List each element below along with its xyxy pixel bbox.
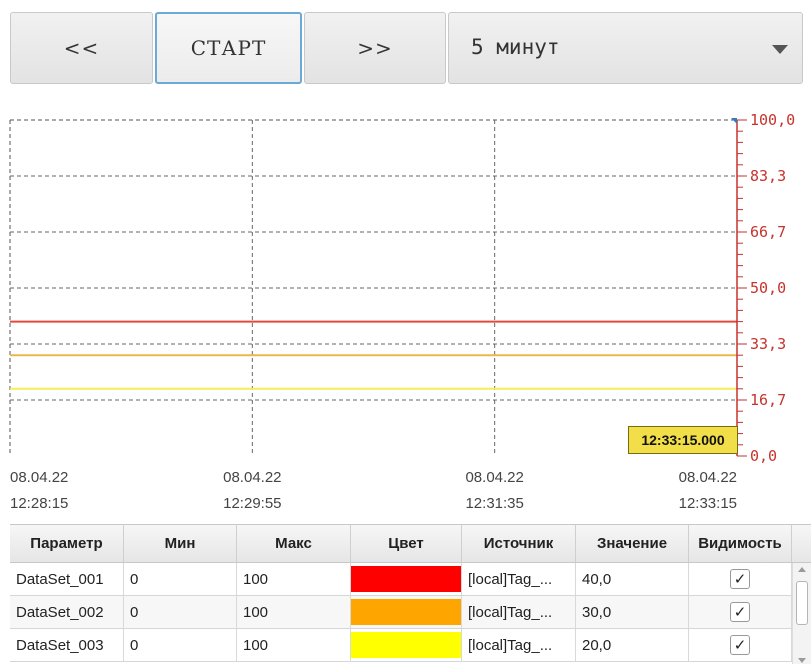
x-tick-time: 12:28:15 — [10, 495, 68, 512]
cell-max: 100 — [237, 629, 351, 661]
cell-param: DataSet_003 — [10, 629, 124, 661]
dataset-table: Параметр Мин Макс Цвет Источник Значение… — [10, 524, 811, 664]
visibility-checkbox[interactable]: ✓ — [730, 569, 750, 589]
table-row[interactable]: DataSet_001 0 100 [local]Tag_... 40,0 ✓ — [10, 563, 811, 596]
x-tick-time: 12:33:15 — [679, 495, 737, 512]
y-tick-label: 16,7 — [750, 391, 786, 409]
column-header-min[interactable]: Мин — [124, 525, 237, 562]
column-header-color[interactable]: Цвет — [351, 525, 462, 562]
chevron-down-icon[interactable] — [772, 45, 788, 54]
period-select-value: 5 минут — [471, 35, 560, 59]
cell-value: 40,0 — [576, 563, 689, 595]
table-row[interactable]: DataSet_003 0 100 [local]Tag_... 20,0 ✓ — [10, 629, 811, 662]
cell-value: 30,0 — [576, 596, 689, 628]
table-header: Параметр Мин Макс Цвет Источник Значение… — [10, 525, 811, 563]
x-tick-time: 12:29:55 — [223, 495, 281, 512]
y-tick-label: 33,3 — [750, 335, 786, 353]
visibility-checkbox[interactable]: ✓ — [730, 635, 750, 655]
y-tick-label: 100,0 — [750, 111, 795, 129]
color-swatch[interactable] — [351, 599, 461, 625]
cell-color[interactable] — [351, 563, 462, 595]
cell-max: 100 — [237, 563, 351, 595]
period-select[interactable]: 5 минут — [448, 12, 803, 84]
y-tick-label: 83,3 — [750, 167, 786, 185]
cell-color[interactable] — [351, 629, 462, 661]
axis-marker-icon — [731, 118, 737, 124]
cell-source: [local]Tag_... — [462, 563, 576, 595]
cursor-time-label: 12:33:15.000 — [628, 426, 738, 454]
cell-visibility: ✓ — [689, 563, 792, 595]
column-header-param[interactable]: Параметр — [10, 525, 124, 562]
cell-visibility: ✓ — [689, 596, 792, 628]
table-body: DataSet_001 0 100 [local]Tag_... 40,0 ✓ … — [10, 563, 811, 662]
y-tick-label: 50,0 — [750, 279, 786, 297]
cell-source: [local]Tag_... — [462, 596, 576, 628]
x-tick-time: 12:31:35 — [465, 495, 523, 512]
color-swatch[interactable] — [351, 632, 461, 658]
scroll-down-icon[interactable] — [798, 658, 806, 663]
x-tick-date: 08.04.22 — [10, 469, 68, 486]
cell-param: DataSet_001 — [10, 563, 124, 595]
scrollbar-thumb[interactable] — [796, 581, 808, 625]
cell-source: [local]Tag_... — [462, 629, 576, 661]
column-header-value[interactable]: Значение — [576, 525, 689, 562]
x-tick-date: 08.04.22 — [223, 469, 281, 486]
cell-min: 0 — [124, 596, 237, 628]
cell-color[interactable] — [351, 596, 462, 628]
x-tick-date: 08.04.22 — [465, 469, 523, 486]
cell-value: 20,0 — [576, 629, 689, 661]
cell-visibility: ✓ — [689, 629, 792, 661]
table-scrollbar[interactable] — [792, 563, 811, 664]
next-period-button[interactable]: >> — [304, 12, 446, 84]
trend-chart[interactable]: 100,0 83,3 66,7 50,0 33,3 16,7 0,0 08.04.22 12:2… — [0, 100, 811, 520]
column-header-max[interactable]: Макс — [237, 525, 351, 562]
cell-param: DataSet_002 — [10, 596, 124, 628]
visibility-checkbox[interactable]: ✓ — [730, 602, 750, 622]
table-row[interactable]: DataSet_002 0 100 [local]Tag_... 30,0 ✓ — [10, 596, 811, 629]
column-header-source[interactable]: Источник — [462, 525, 576, 562]
x-tick-date: 08.04.22 — [679, 469, 737, 486]
column-header-visibility[interactable]: Видимость — [689, 525, 792, 562]
prev-period-button[interactable]: << — [10, 12, 153, 84]
cell-min: 0 — [124, 629, 237, 661]
color-swatch[interactable] — [351, 566, 461, 592]
y-tick-label: 66,7 — [750, 223, 786, 241]
cell-max: 100 — [237, 596, 351, 628]
cell-min: 0 — [124, 563, 237, 595]
y-tick-label: 0,0 — [750, 447, 777, 465]
scroll-up-icon[interactable] — [798, 567, 806, 572]
start-button[interactable]: СТАРТ — [155, 12, 302, 84]
